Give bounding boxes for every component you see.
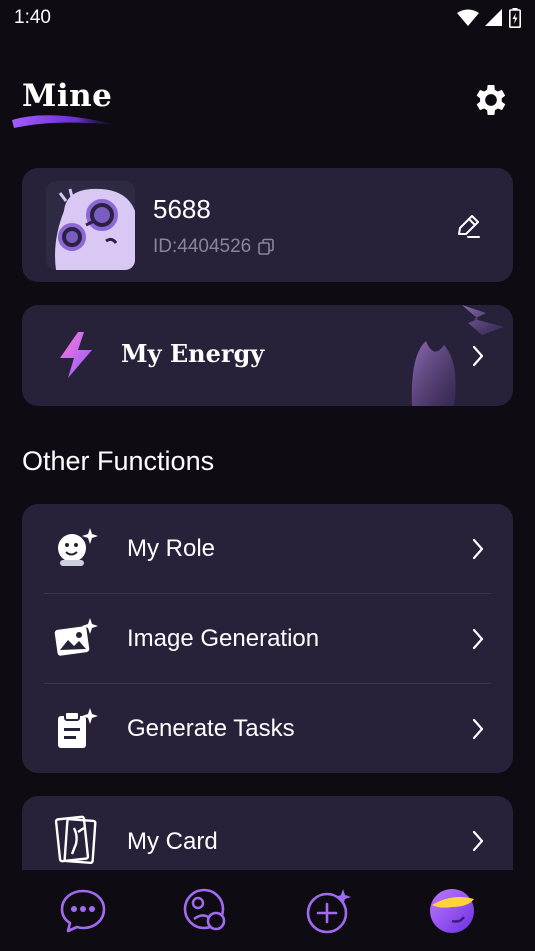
chevron-right-icon (468, 537, 488, 561)
profile-card: 5688 ID:4404526 (22, 168, 513, 282)
nav-create[interactable] (299, 881, 359, 941)
generate-tasks-label: Generate Tasks (127, 715, 295, 742)
avatar-image (55, 188, 135, 270)
my-role-row[interactable]: My Role (22, 504, 513, 593)
chevron-right-icon (468, 627, 488, 651)
energy-decoration (411, 305, 504, 406)
bottom-nav (0, 870, 535, 951)
gear-icon (476, 85, 506, 115)
nav-discover[interactable] (176, 881, 236, 941)
profile-avatar-icon (429, 888, 474, 933)
battery-icon (509, 8, 521, 28)
avatar[interactable] (46, 181, 135, 270)
wifi-icon (457, 9, 479, 26)
settings-button[interactable] (471, 80, 511, 120)
role-sparkle-icon (52, 524, 100, 572)
nav-profile[interactable] (422, 881, 482, 941)
status-bar: 1:40 (0, 0, 535, 36)
status-icons (457, 8, 521, 28)
username: 5688 (153, 194, 211, 224)
clipboard-sparkle-icon (52, 704, 100, 752)
create-icon (306, 888, 351, 933)
user-id-row: ID:4404526 (153, 236, 275, 258)
my-role-label: My Role (127, 535, 216, 562)
chat-icon (61, 889, 106, 932)
header: Mine (0, 70, 535, 140)
my-energy-card[interactable]: My Energy (22, 305, 513, 406)
card-icon (52, 815, 100, 864)
nav-chat[interactable] (53, 881, 113, 941)
my-energy-label: My Energy (121, 339, 265, 368)
edit-profile-button[interactable] (452, 210, 484, 242)
functions-card: My Role Image Generation Generate Tasks (22, 504, 513, 773)
image-sparkle-icon (52, 614, 100, 662)
image-generation-label: Image Generation (127, 625, 320, 652)
copy-icon[interactable] (257, 238, 275, 256)
chevron-right-icon (468, 829, 488, 853)
user-id: ID:4404526 (153, 236, 252, 257)
generate-tasks-row[interactable]: Generate Tasks (22, 684, 513, 773)
page-title: Mine (22, 78, 113, 114)
status-time: 1:40 (14, 7, 51, 28)
discover-icon (183, 888, 226, 930)
chevron-right-icon (468, 717, 488, 741)
signal-icon (485, 9, 502, 26)
chevron-right-icon (468, 344, 488, 368)
lightning-icon (60, 332, 92, 378)
pencil-icon (458, 215, 480, 238)
my-card-label: My Card (127, 828, 218, 855)
section-title: Other Functions (22, 446, 215, 476)
image-generation-row[interactable]: Image Generation (22, 594, 513, 683)
